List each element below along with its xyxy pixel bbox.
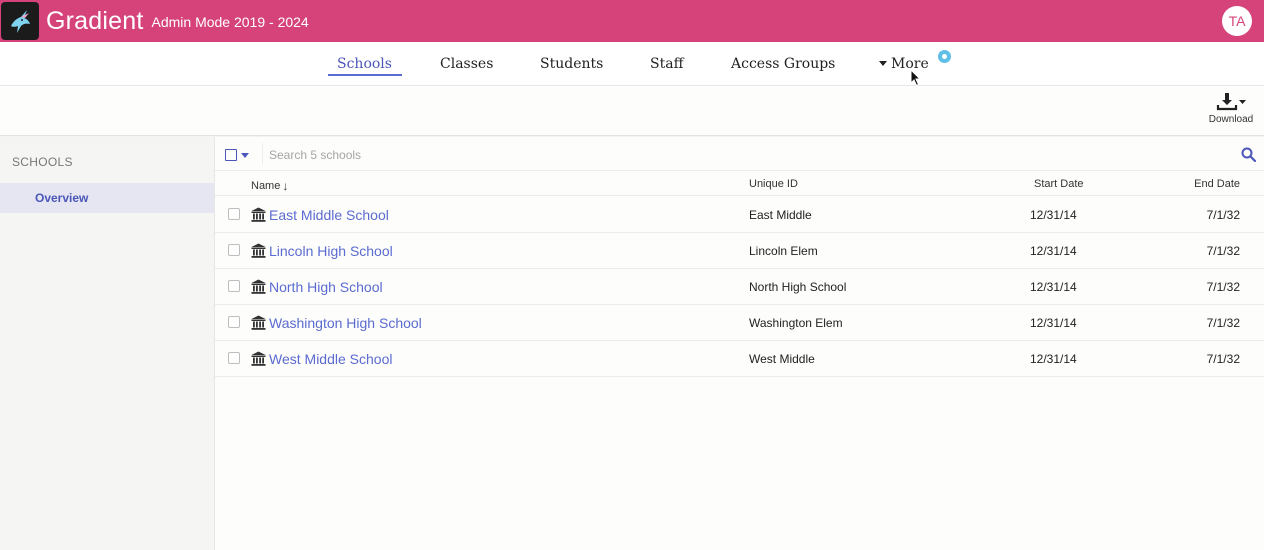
- start-date-cell: 12/31/14: [1030, 208, 1077, 222]
- school-building-icon: [251, 315, 266, 330]
- school-name-link[interactable]: West Middle School: [269, 351, 392, 367]
- start-date-cell: 12/31/14: [1030, 244, 1077, 258]
- row-checkbox[interactable]: [228, 208, 240, 220]
- tab-classes[interactable]: Classes: [440, 56, 493, 72]
- unique-id-cell: North High School: [749, 280, 847, 294]
- column-header-start-date[interactable]: Start Date: [1034, 178, 1084, 190]
- download-icon: [1216, 93, 1246, 111]
- main-content: Name↓ Unique ID Start Date End Date East…: [215, 137, 1264, 550]
- search-input[interactable]: [269, 145, 1169, 165]
- tab-access-groups[interactable]: Access Groups: [731, 56, 835, 72]
- download-label: Download: [1208, 114, 1254, 125]
- table-row: Lincoln High School Lincoln Elem 12/31/1…: [215, 233, 1264, 269]
- toolbar: Download: [0, 86, 1264, 136]
- school-building-icon: [251, 351, 266, 366]
- end-date-cell: 7/1/32: [1206, 244, 1240, 258]
- search-icon[interactable]: [1241, 147, 1256, 162]
- school-name-link[interactable]: North High School: [269, 279, 383, 295]
- table-row: North High School North High School 12/3…: [215, 269, 1264, 305]
- unique-id-cell: Washington Elem: [749, 316, 843, 330]
- download-button[interactable]: Download: [1206, 92, 1256, 132]
- column-header-end-date[interactable]: End Date: [1194, 178, 1240, 190]
- sidebar: SCHOOLS Overview: [0, 137, 215, 550]
- school-building-icon: [251, 207, 266, 222]
- sort-down-arrow-icon: ↓: [282, 179, 289, 193]
- school-name-link[interactable]: East Middle School: [269, 207, 389, 223]
- select-options-caret-icon[interactable]: [241, 153, 249, 158]
- table-header: Name ↓ Unique ID Start Date End Date: [215, 171, 1264, 196]
- end-date-cell: 7/1/32: [1206, 352, 1240, 366]
- end-date-cell: 7/1/32: [1206, 208, 1240, 222]
- hummingbird-logo-icon[interactable]: [1, 2, 39, 40]
- start-date-cell: 12/31/14: [1030, 280, 1077, 294]
- row-checkbox[interactable]: [228, 352, 240, 364]
- main-nav: [0, 42, 1264, 86]
- column-header-unique-id[interactable]: Unique ID: [749, 178, 798, 190]
- row-checkbox[interactable]: [228, 244, 240, 256]
- sidebar-heading: SCHOOLS: [12, 155, 73, 169]
- column-header-name-label: Name: [251, 180, 281, 192]
- sidebar-item-overview[interactable]: Overview: [0, 183, 214, 213]
- column-header-name[interactable]: Name ↓: [251, 178, 289, 193]
- row-checkbox[interactable]: [228, 280, 240, 292]
- end-date-cell: 7/1/32: [1206, 316, 1240, 330]
- school-name-link[interactable]: Lincoln High School: [269, 243, 393, 259]
- school-name-link[interactable]: Washington High School: [269, 315, 422, 331]
- settings-gear-icon[interactable]: [938, 50, 951, 63]
- tab-staff[interactable]: Staff: [650, 56, 684, 72]
- user-avatar[interactable]: TA: [1222, 6, 1252, 36]
- app-name: Gradient: [46, 6, 144, 35]
- school-building-icon: [251, 243, 266, 258]
- active-tab-indicator: [328, 74, 402, 76]
- unique-id-cell: Lincoln Elem: [749, 244, 818, 258]
- table-row: West Middle School West Middle 12/31/14 …: [215, 341, 1264, 377]
- app-header: Gradient Admin Mode 2019 - 2024 TA: [0, 0, 1264, 42]
- caret-down-icon: [879, 60, 887, 66]
- end-date-cell: 7/1/32: [1206, 280, 1240, 294]
- tab-students[interactable]: Students: [540, 56, 603, 72]
- divider: [262, 143, 263, 165]
- start-date-cell: 12/31/14: [1030, 352, 1077, 366]
- row-checkbox[interactable]: [228, 316, 240, 328]
- school-building-icon: [251, 279, 266, 294]
- table-row: Washington High School Washington Elem 1…: [215, 305, 1264, 341]
- search-bar: [215, 137, 1264, 171]
- mode-label: Admin Mode 2019 - 2024: [151, 14, 309, 30]
- sidebar-item-label: Overview: [35, 191, 89, 205]
- start-date-cell: 12/31/14: [1030, 316, 1077, 330]
- unique-id-cell: East Middle: [749, 208, 812, 222]
- select-all-checkbox[interactable]: [225, 149, 237, 161]
- mouse-cursor-icon: [910, 69, 922, 87]
- tab-schools[interactable]: Schools: [337, 56, 392, 72]
- table-row: East Middle School East Middle 12/31/14 …: [215, 197, 1264, 233]
- unique-id-cell: West Middle: [749, 352, 815, 366]
